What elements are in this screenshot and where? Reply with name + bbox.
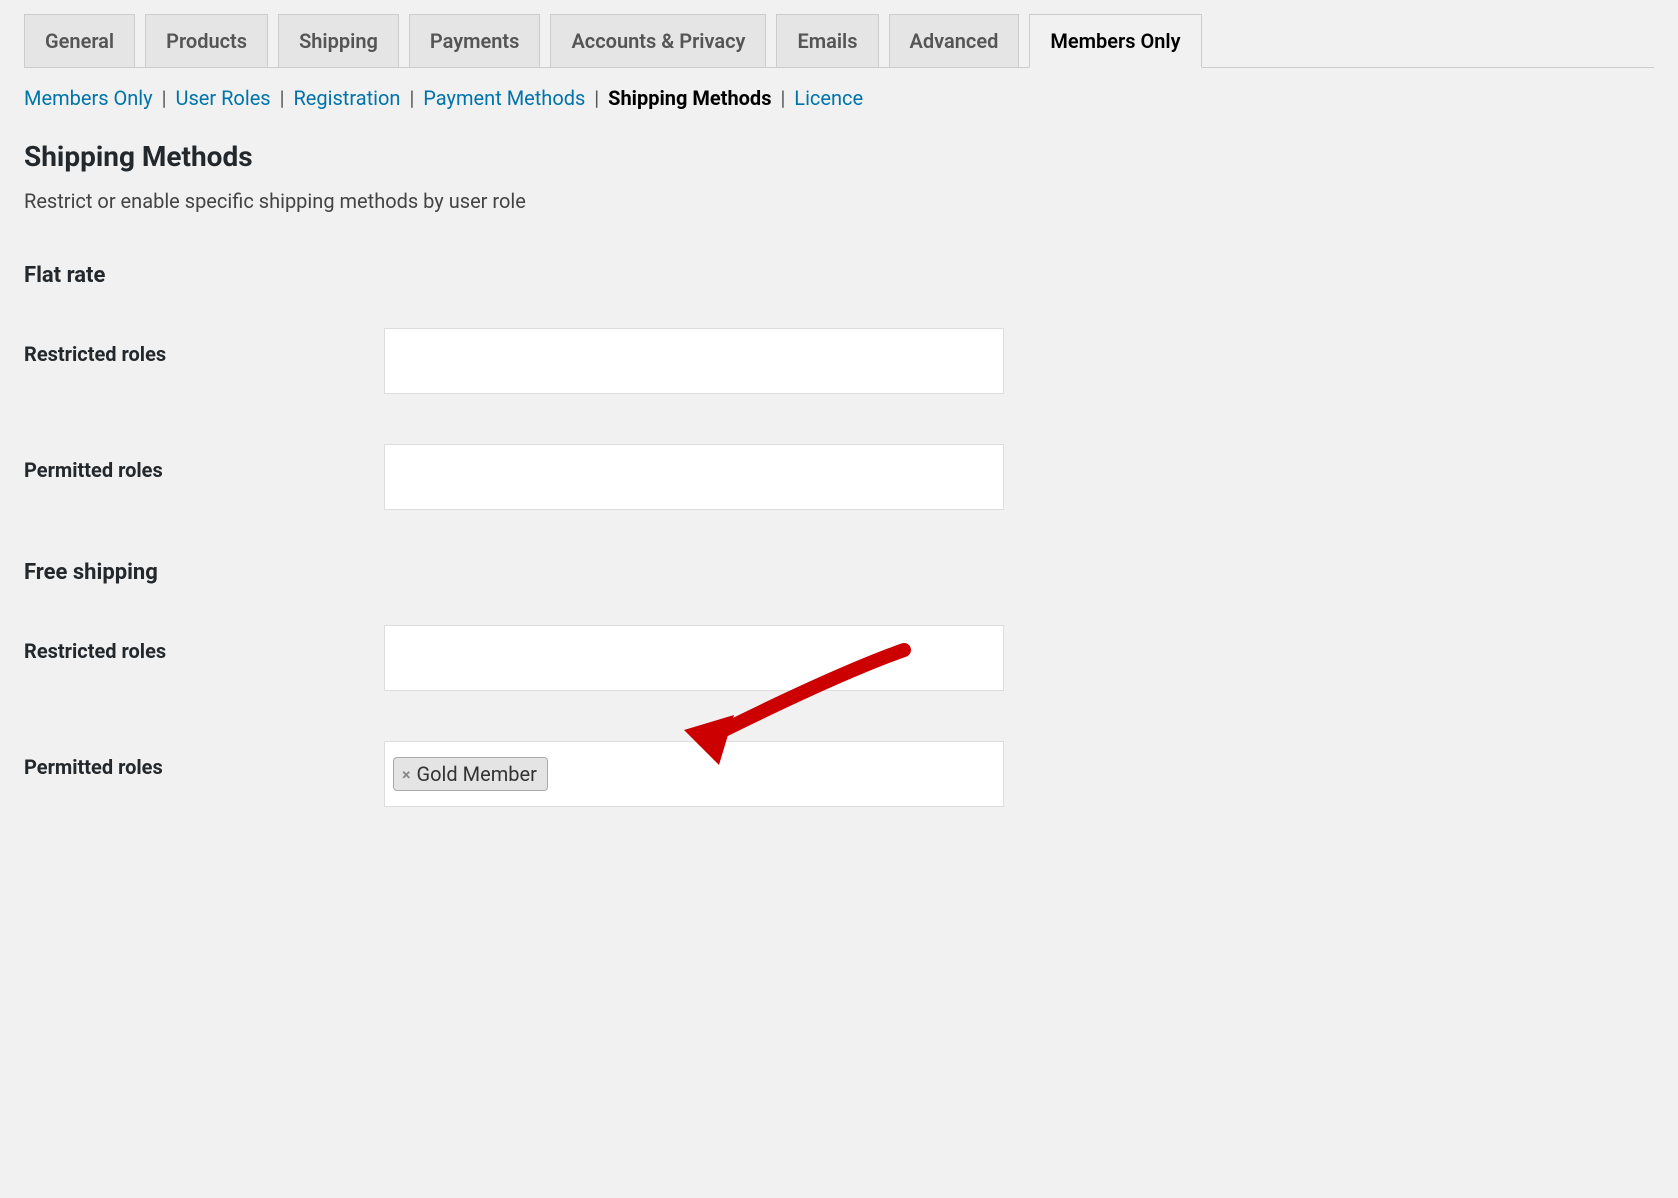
flat-rate-restricted-input[interactable] — [384, 328, 1004, 394]
flat-rate-permitted-row: Permitted roles — [24, 444, 1654, 510]
method-title-flat-rate: Flat rate — [24, 263, 1654, 288]
flat-rate-restricted-row: Restricted roles — [24, 328, 1654, 394]
page-title: Shipping Methods — [24, 140, 1654, 173]
subnav-payment-methods[interactable]: Payment Methods — [423, 86, 585, 110]
free-shipping-permitted-label: Permitted roles — [24, 741, 384, 779]
free-shipping-restricted-row: Restricted roles — [24, 625, 1654, 691]
subnav-licence[interactable]: Licence — [794, 86, 863, 110]
method-title-free-shipping: Free shipping — [24, 560, 1654, 585]
remove-tag-icon[interactable]: × — [402, 765, 411, 784]
tab-shipping[interactable]: Shipping — [278, 14, 399, 67]
separator: | — [594, 86, 599, 110]
flat-rate-permitted-label: Permitted roles — [24, 444, 384, 482]
free-shipping-restricted-input[interactable] — [384, 625, 1004, 691]
subnav-shipping-methods[interactable]: Shipping Methods — [608, 86, 771, 110]
tab-accounts-privacy[interactable]: Accounts & Privacy — [550, 14, 766, 67]
subnav-members-only[interactable]: Members Only — [24, 86, 153, 110]
separator: | — [409, 86, 414, 110]
subnav-registration[interactable]: Registration — [293, 86, 400, 110]
separator: | — [280, 86, 285, 110]
role-tag-gold-member[interactable]: × Gold Member — [393, 757, 548, 791]
primary-tabs: General Products Shipping Payments Accou… — [24, 0, 1654, 68]
separator: | — [780, 86, 785, 110]
free-shipping-restricted-label: Restricted roles — [24, 625, 384, 663]
tab-emails[interactable]: Emails — [776, 14, 878, 67]
separator: | — [162, 86, 167, 110]
sub-navigation: Members Only | User Roles | Registration… — [24, 86, 1654, 110]
tab-payments[interactable]: Payments — [409, 14, 541, 67]
free-shipping-permitted-row: Permitted roles × Gold Member — [24, 741, 1654, 807]
flat-rate-restricted-label: Restricted roles — [24, 328, 384, 366]
tab-members-only[interactable]: Members Only — [1029, 14, 1201, 68]
flat-rate-permitted-input[interactable] — [384, 444, 1004, 510]
free-shipping-permitted-input[interactable]: × Gold Member — [384, 741, 1004, 807]
subnav-user-roles[interactable]: User Roles — [175, 86, 270, 110]
tab-advanced[interactable]: Advanced — [889, 14, 1020, 67]
tab-products[interactable]: Products — [145, 14, 268, 67]
page-description: Restrict or enable specific shipping met… — [24, 189, 1654, 213]
tab-general[interactable]: General — [24, 14, 135, 67]
role-tag-label: Gold Member — [417, 762, 537, 786]
